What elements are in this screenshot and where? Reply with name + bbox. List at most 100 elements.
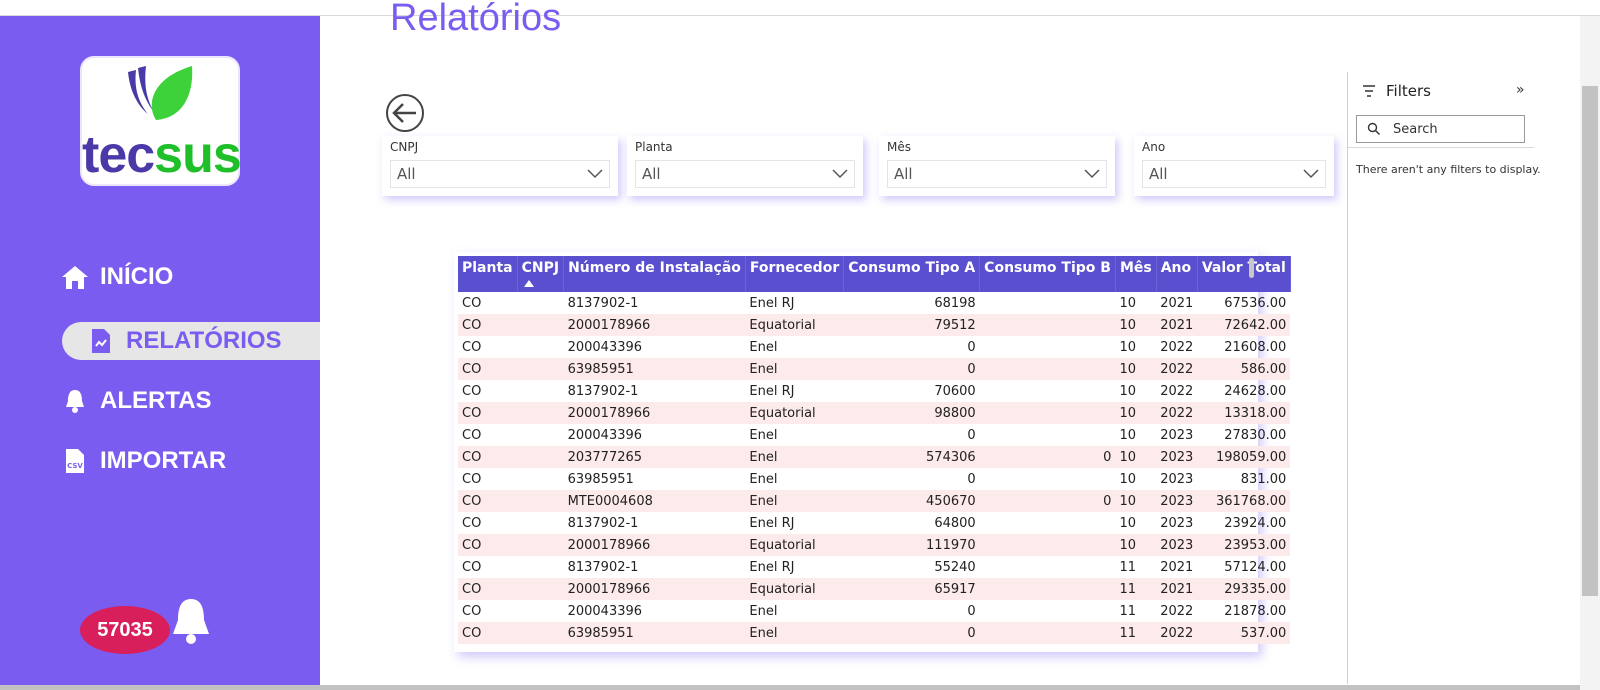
table-cell: 361768.00 — [1197, 490, 1291, 512]
slicer-label: Mês — [887, 140, 911, 154]
chevron-down-icon — [832, 169, 848, 179]
table-row[interactable]: CO 200043396 Enel 0 10 2023 27830.00 — [458, 424, 1290, 446]
table-row[interactable]: CO 63985951 Enel 0 11 2022 537.00 — [458, 622, 1291, 644]
report-table-card: Planta CNPJ Número de Instalação Fornece… — [454, 252, 1291, 652]
table-cell — [517, 622, 564, 644]
table-row[interactable]: CO 63985951 Enel 0 10 2023 831.00 — [458, 468, 1290, 490]
table-cell — [980, 556, 1116, 578]
table-cell: 10 — [1119, 383, 1136, 399]
column-header-mes[interactable]: Mês — [1115, 256, 1157, 292]
table-cell — [517, 358, 564, 380]
table-cell: 21608.00 — [1224, 339, 1287, 355]
table-cell: Enel — [749, 471, 778, 487]
table-cell: CO — [462, 471, 482, 487]
table-row[interactable]: CO 8137902-1 Enel RJ 68198 10 2021 67536.00 — [458, 292, 1290, 314]
column-header-planta[interactable]: Planta — [458, 256, 518, 292]
table-cell: 8137902-1 — [567, 559, 639, 575]
table-row[interactable]: CO 8137902-1 Enel RJ 70600 10 2022 24628.00 — [458, 380, 1290, 402]
nav-label-inicio: INÍCIO — [100, 263, 174, 290]
slicer-label: CNPJ — [390, 140, 419, 154]
page-title: Relatórios — [390, 0, 562, 39]
table-cell: 0 — [967, 339, 976, 355]
table-cell: Enel — [745, 622, 844, 644]
table-row[interactable]: CO 200043396 Enel 0 10 2022 21608.00 — [458, 336, 1290, 358]
nav-item-alertas[interactable]: ALERTAS — [60, 386, 212, 416]
collapse-chevron-icon[interactable]: » — [1516, 82, 1525, 98]
table-cell: 2023 — [1160, 471, 1194, 487]
table-row[interactable]: CO 8137902-1 Enel RJ 64800 10 2023 23924.00 — [458, 512, 1290, 534]
table-cell: 574306 — [843, 446, 980, 468]
chevron-down-icon — [1303, 169, 1319, 179]
nav-label-alertas: ALERTAS — [100, 387, 212, 414]
filters-search-input[interactable]: Search — [1356, 115, 1525, 143]
table-cell: 8137902-1 — [567, 515, 639, 531]
table-cell: 10 — [1115, 534, 1157, 556]
table-cell: 2000178966 — [563, 402, 746, 424]
svg-text:CSV: CSV — [67, 462, 83, 470]
page-horizontal-scrollbar[interactable] — [0, 685, 1580, 690]
table-cell: 27830.00 — [1224, 427, 1287, 443]
table-cell: Enel — [749, 427, 778, 443]
column-header-ano[interactable]: Ano — [1156, 256, 1198, 292]
table-cell — [517, 534, 564, 556]
table-row[interactable]: CO 200043396 Enel 0 11 2022 21878.00 — [458, 600, 1290, 622]
nav-item-inicio[interactable]: INÍCIO — [60, 262, 173, 292]
table-cell: 2022 — [1156, 358, 1198, 380]
slicer-dropdown[interactable]: All — [635, 160, 855, 188]
table-cell: 450670 — [843, 490, 980, 512]
table-cell — [517, 578, 564, 600]
table-row[interactable]: CO 2000178966 Equatorial 79512 10 2021 72642.0… — [458, 314, 1291, 336]
table-row[interactable]: CO 203777265 Enel 574306 0 10 2023 198059.00 — [458, 446, 1291, 468]
table-row[interactable]: CO 63985951 Enel 0 10 2022 586.00 — [458, 358, 1291, 380]
table-row[interactable]: CO 2000178966 Equatorial 65917 11 2021 29335.0… — [458, 578, 1291, 600]
column-header-fornecedor[interactable]: Fornecedor — [745, 256, 845, 292]
table-cell: 63985951 — [567, 471, 634, 487]
column-header-numero-instalacao[interactable]: Número de Instalação — [563, 256, 746, 292]
nav-item-relatorios[interactable]: RELATÓRIOS — [86, 326, 282, 356]
table-cell: CO — [458, 622, 518, 644]
table-cell: 111970 — [843, 534, 980, 556]
slicer-dropdown[interactable]: All — [390, 160, 610, 188]
table-cell: 65917 — [843, 578, 980, 600]
column-header-consumo-b[interactable]: Consumo Tipo B — [979, 256, 1116, 292]
column-header-valor-total[interactable]: Valor Total — [1197, 256, 1291, 292]
slicer-dropdown[interactable]: All — [1142, 160, 1326, 188]
scrollbar-thumb[interactable] — [1582, 86, 1598, 596]
top-bar — [0, 0, 1600, 16]
table-cell: 23953.00 — [1197, 534, 1291, 556]
arrow-left-icon — [392, 103, 416, 123]
column-header-consumo-a[interactable]: Consumo Tipo A — [843, 256, 981, 292]
table-cell: 21878.00 — [1224, 603, 1287, 619]
logo[interactable]: tecsus — [80, 56, 242, 186]
logo-text: tecsus — [82, 129, 242, 181]
table-row[interactable]: CO 2000178966 Equatorial 98800 10 2022 13318.0… — [458, 402, 1291, 424]
chevron-down-icon — [1084, 169, 1100, 179]
table-cell: 2023 — [1160, 515, 1194, 531]
column-header-cnpj[interactable]: CNPJ — [517, 256, 565, 292]
sort-ascending-icon — [523, 280, 534, 287]
alert-count-badge: 57035 — [80, 606, 170, 654]
table-cell: CO — [462, 603, 482, 619]
table-row[interactable]: CO 8137902-1 Enel RJ 55240 11 2021 57124.00 — [458, 556, 1290, 578]
table-cell: 10 — [1119, 339, 1136, 355]
table-cell: Enel RJ — [749, 515, 795, 531]
table-cell: 8137902-1 — [567, 383, 639, 399]
table-cell: CO — [462, 295, 482, 311]
table-cell: MTE0004608 — [563, 490, 746, 512]
table-row[interactable]: CO 2000178966 Equatorial 111970 10 2023 23953.… — [458, 534, 1291, 556]
table-scrollbar[interactable] — [1249, 258, 1254, 278]
slicer-dropdown[interactable]: All — [887, 160, 1107, 188]
table-cell: 831.00 — [1240, 471, 1287, 487]
nav-item-importar[interactable]: CSV IMPORTAR — [60, 446, 226, 476]
table-cell: 10 — [1119, 515, 1136, 531]
csv-file-icon: CSV — [60, 446, 90, 476]
table-cell: 200043396 — [567, 427, 643, 443]
table-cell: CO — [458, 490, 518, 512]
table-cell: 63985951 — [563, 358, 746, 380]
table-cell — [979, 314, 1116, 336]
page-vertical-scrollbar[interactable] — [1580, 16, 1600, 690]
table-cell: 0 — [979, 490, 1116, 512]
table-row[interactable]: CO MTE0004608 Enel 450670 0 10 2023 361768.00 — [458, 490, 1291, 512]
back-button[interactable] — [386, 94, 424, 132]
sidebar: tecsus INÍCIO RELATÓRIOS ALERTAS CSV IMP… — [0, 16, 320, 686]
